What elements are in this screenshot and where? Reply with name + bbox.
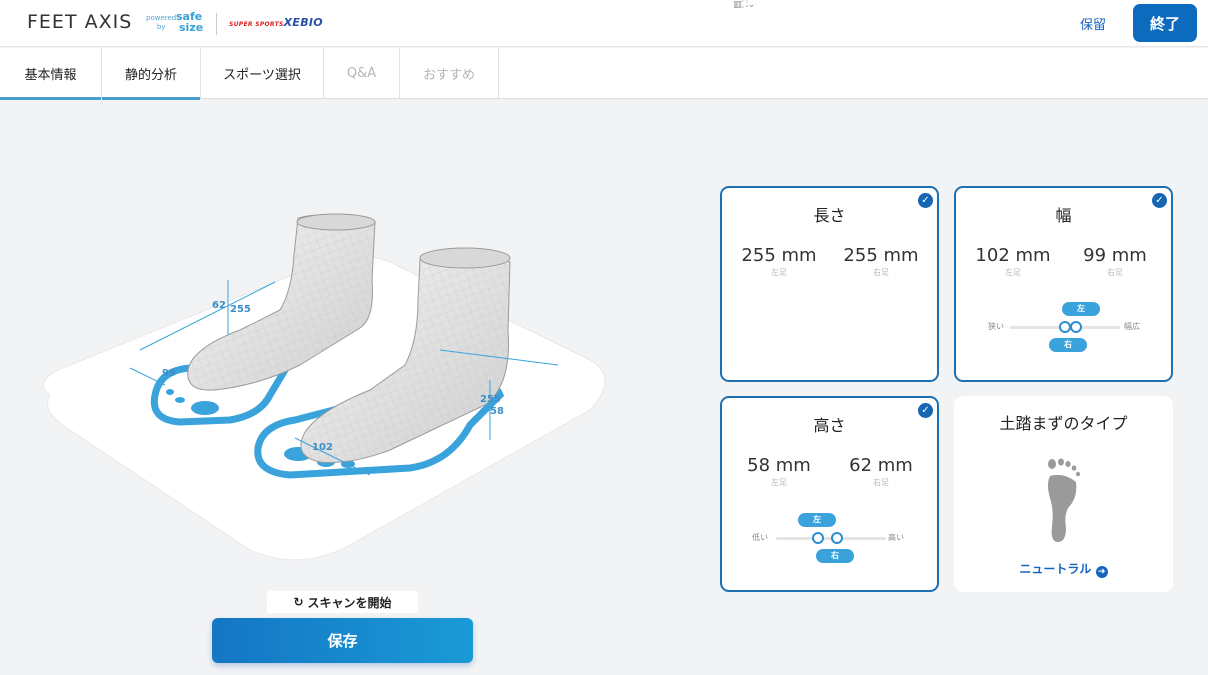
arch-type-label: ニュートラル xyxy=(1019,562,1092,576)
right-width-tag: 右 xyxy=(1049,338,1087,352)
app-header: FEET AXIS powered by safe size SUPER SPORT… xyxy=(0,0,1208,47)
super-sports-xebio-logo: SUPER SPORTSXEBIO xyxy=(229,16,323,29)
right-width-knob xyxy=(1070,321,1082,333)
height-card[interactable]: 高さ ✓ 58 mm 左足 62 mm 右足 左 低い 高い 右 xyxy=(720,396,939,592)
length-card[interactable]: 長さ ✓ 255 mm 左足 255 mm 右足 xyxy=(720,186,939,382)
check-icon: ✓ xyxy=(918,403,933,418)
left-height-tag: 左 xyxy=(798,513,836,527)
right-length-value: 255 mm xyxy=(843,245,919,266)
right-foot-label: 右足 xyxy=(873,478,889,487)
height-slider: 左 低い 高い 右 xyxy=(722,513,937,563)
foot-scan-3d-view[interactable]: 62 255 99 255 58 102 xyxy=(30,200,620,570)
arch-type-card[interactable]: 土踏まずのタイプ ニュートラル ➔ xyxy=(954,396,1173,592)
dim-label-height-right: 58 xyxy=(490,406,504,417)
start-scan-button[interactable]: ↻ スキャンを開始 xyxy=(267,591,418,613)
narrow-label: 狭い xyxy=(988,322,1004,331)
dim-label-width-right: 102 xyxy=(312,442,333,453)
start-scan-label: スキャンを開始 xyxy=(307,595,392,610)
footprint-icon xyxy=(1048,458,1080,542)
wide-label: 幅広 xyxy=(1124,322,1140,331)
left-foot-label: 左足 xyxy=(771,478,787,487)
powered-by-text: powered by xyxy=(146,14,177,31)
left-height-value: 58 mm xyxy=(747,455,811,476)
right-foot-label: 右足 xyxy=(873,268,889,277)
right-height-knob xyxy=(830,532,843,544)
left-length-value: 255 mm xyxy=(741,245,817,266)
arrow-right-circle-icon: ➔ xyxy=(1095,566,1108,578)
low-label: 低い xyxy=(752,533,768,542)
check-icon: ✓ xyxy=(1152,193,1167,208)
dim-label-height-left: 62 xyxy=(212,300,226,311)
tab-recommendation: おすすめ xyxy=(400,48,499,99)
refresh-icon: ↻ xyxy=(293,595,304,609)
save-button[interactable]: 保存 xyxy=(212,618,473,663)
width-card[interactable]: 幅 ✓ 102 mm 左足 99 mm 右足 左 狭い 幅広 右 xyxy=(954,186,1173,382)
left-width-value: 102 mm xyxy=(975,245,1051,266)
header-divider xyxy=(216,13,217,35)
feet-axis-logo: FEET AXIS xyxy=(27,11,133,33)
left-height-knob xyxy=(811,532,824,544)
neutral-arch-link[interactable]: ニュートラル ➔ xyxy=(954,560,1173,578)
tab-sport-selection[interactable]: スポーツ選択 xyxy=(201,48,324,99)
end-button[interactable]: 終了 xyxy=(1133,4,1197,42)
right-width-value: 99 mm xyxy=(1083,245,1147,266)
step-tabs: 基本情報 静的分析 スポーツ選択 Q&A おすすめ xyxy=(0,48,1208,100)
dim-label-length-left: 255 xyxy=(230,304,251,315)
dim-label-width-left: 99 xyxy=(162,368,176,379)
tab-static-analysis[interactable]: 静的分析 xyxy=(102,48,201,100)
left-foot-label: 左足 xyxy=(1005,268,1021,277)
hold-button[interactable]: 保留 xyxy=(1080,14,1106,33)
left-width-tag: 左 xyxy=(1062,302,1100,316)
check-icon: ✓ xyxy=(918,193,933,208)
tab-basic-info[interactable]: 基本情報 xyxy=(0,48,102,100)
high-label: 高い xyxy=(888,533,904,542)
right-height-tag: 右 xyxy=(816,549,854,563)
arch-type-title: 土踏まずのタイプ xyxy=(999,414,1128,433)
dim-label-length-right: 255 xyxy=(480,394,501,405)
right-height-value: 62 mm xyxy=(849,455,913,476)
width-slider: 左 狭い 幅広 右 xyxy=(956,302,1171,352)
width-title: 幅 xyxy=(1055,206,1072,225)
height-title: 高さ xyxy=(813,416,846,435)
safe-size-logo: safe size xyxy=(176,10,204,34)
right-foot-label: 右足 xyxy=(1107,268,1123,277)
window-handle-icon[interactable]: ▥⛶⌄ xyxy=(733,0,755,10)
left-foot-label: 左足 xyxy=(771,268,787,277)
tab-qa: Q&A xyxy=(324,48,400,99)
length-title: 長さ xyxy=(813,206,846,225)
